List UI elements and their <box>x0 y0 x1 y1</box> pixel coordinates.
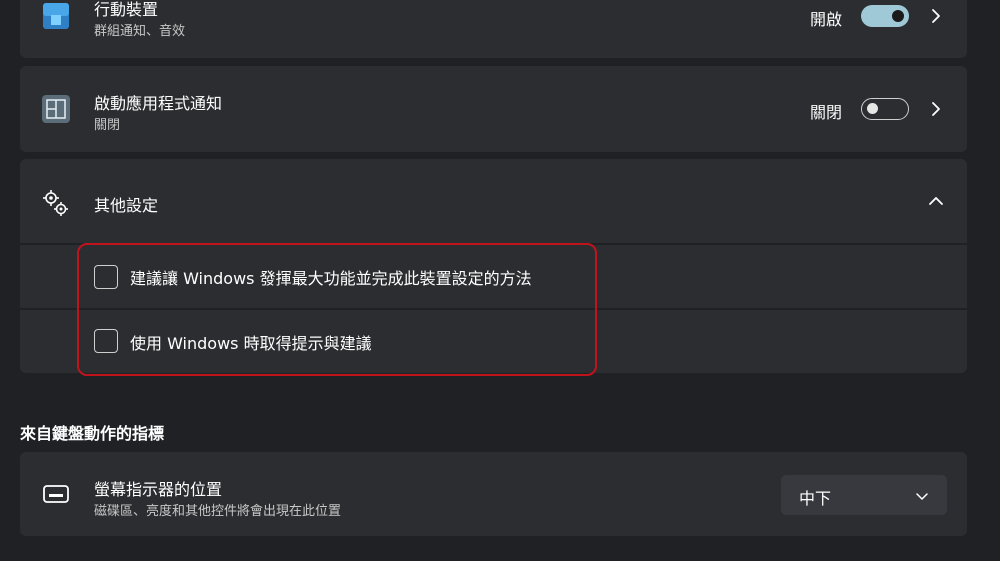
option-label: 使用 Windows 時取得提示與建議 <box>130 334 372 353</box>
settings-page: 行動裝置 群組通知、音效 開啟 啟動應用程式通知 關閉 關閉 其他設定 建議讓 … <box>0 0 1000 561</box>
startup-apps-title: 啟動應用程式通知 <box>94 94 223 113</box>
screen-indicator-icon <box>40 478 72 510</box>
mobile-device-subtitle: 群組通知、音效 <box>94 24 186 39</box>
other-settings-header[interactable]: 其他設定 <box>20 159 967 243</box>
startup-apps-row[interactable]: 啟動應用程式通知 關閉 關閉 <box>20 66 967 152</box>
mobile-device-title: 行動裝置 <box>94 0 159 19</box>
startup-apps-state: 關閉 <box>810 103 843 122</box>
option-row[interactable]: 使用 Windows 時取得提示與建議 <box>20 310 967 373</box>
toggle-knob <box>892 10 904 22</box>
section-heading: 來自鍵盤動作的指標 <box>20 424 165 443</box>
other-settings-title: 其他設定 <box>94 196 159 215</box>
mobile-device-row[interactable]: 行動裝置 群組通知、音效 開啟 <box>20 0 967 58</box>
mobile-device-toggle[interactable] <box>861 5 909 27</box>
indicator-position-title: 螢幕指示器的位置 <box>94 480 223 499</box>
gears-icon <box>40 187 72 219</box>
mobile-device-state: 開啟 <box>810 10 843 29</box>
chevron-right-icon[interactable] <box>928 101 944 117</box>
option-row[interactable]: 建議讓 Windows 發揮最大功能並完成此裝置設定的方法 <box>20 245 967 308</box>
option-checkbox[interactable] <box>94 265 118 289</box>
option-checkbox[interactable] <box>94 329 118 353</box>
indicator-position-dropdown[interactable]: 中下 <box>781 475 947 515</box>
startup-apps-subtitle: 關閉 <box>94 118 121 133</box>
toggle-knob <box>867 103 878 114</box>
dropdown-selected-value: 中下 <box>799 489 832 508</box>
mobile-device-icon <box>40 0 72 32</box>
indicator-position-subtitle: 磁碟區、亮度和其他控件將會出現在此位置 <box>94 504 342 519</box>
startup-apps-toggle[interactable] <box>861 98 909 120</box>
startup-apps-icon <box>40 93 72 125</box>
chevron-right-icon[interactable] <box>928 8 944 24</box>
option-label: 建議讓 Windows 發揮最大功能並完成此裝置設定的方法 <box>130 269 532 288</box>
chevron-up-icon[interactable] <box>928 193 944 209</box>
chevron-down-icon <box>915 488 929 502</box>
